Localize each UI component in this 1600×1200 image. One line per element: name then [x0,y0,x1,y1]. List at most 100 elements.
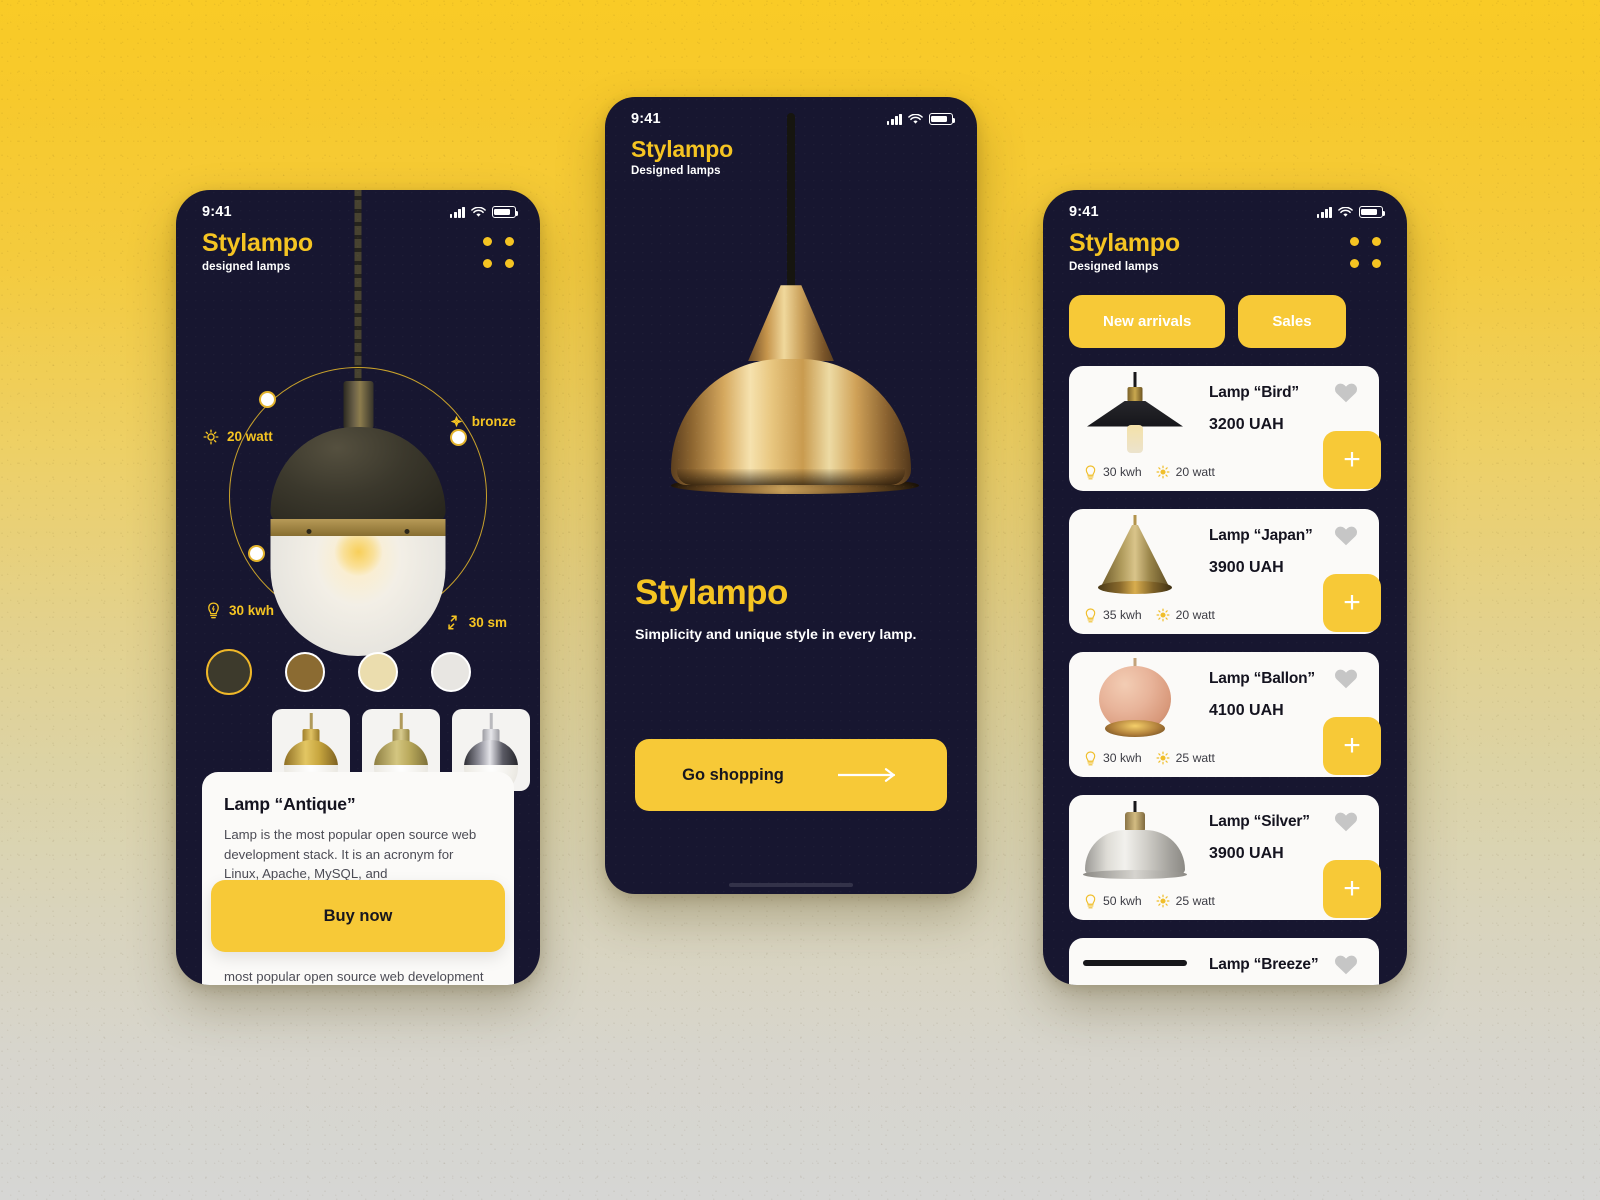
product-card-bird[interactable]: Lamp “Bird” 3200 UAH 30 kwh 20 watt + [1069,365,1381,491]
buy-now-button[interactable]: Buy now [211,880,505,952]
brand-block: Stylampo Designed lamps [1069,229,1180,273]
swatch-dark-olive[interactable] [206,648,252,695]
bulb-icon [1156,751,1170,765]
spec-size[interactable]: 30 sm [443,613,507,632]
battery-icon [929,113,956,125]
product-card-japan[interactable]: Lamp “Japan” 3900 UAH 35 kwh 20 watt + [1069,508,1381,634]
welcome-text-block: Stylampo Simplicity and unique style in … [605,477,977,643]
swatch-cream[interactable] [358,651,398,692]
brand-name: Stylampo [202,229,313,257]
status-time: 9:41 [202,204,232,220]
bulb-icon [1156,465,1170,479]
product-description-continued: most popular open source web development… [224,969,484,984]
add-to-cart-button[interactable]: + [1323,430,1381,489]
product-watt-label: 20 watt [1175,608,1215,622]
lamp-illustration-antique [270,380,446,656]
category-tab-bar: New arrivals Sales [1043,273,1407,348]
product-price: 3900 UAH [1209,844,1284,862]
phone-screen-welcome: 9:41 Stylampo Designed lamps Stylampo Si… [605,97,977,894]
four-dot-grid-icon[interactable] [483,237,514,268]
energy-icon [1085,607,1096,622]
heart-icon[interactable] [1333,952,1359,976]
go-shopping-button[interactable]: Go shopping [635,739,947,812]
cellular-bars-icon [886,113,902,125]
home-indicator [729,883,853,887]
tab-new-arrivals[interactable]: New arrivals [1069,294,1226,348]
product-watt-label: 25 watt [1175,894,1215,908]
product-name: Lamp “Japan” [1209,526,1313,544]
spec-energy[interactable]: 30 kwh [205,601,274,620]
status-time: 9:41 [1069,204,1099,220]
status-icons [886,113,956,125]
phone-screen-catalog: 9:41 Stylampo Designed lamps New arrival… [1043,190,1407,985]
go-shopping-label: Go shopping [682,765,784,784]
heart-icon[interactable] [1333,523,1359,547]
product-image-japan [1077,514,1193,601]
product-meta: 50 kwh 25 watt [1083,893,1215,910]
swatch-bronze[interactable] [285,651,325,692]
cellular-bars-icon [449,206,465,218]
dial-node-kwh[interactable] [248,544,265,562]
energy-icon [1085,750,1096,765]
cta-wrapper: Go shopping [605,643,977,812]
lamp-cone [748,285,834,362]
dial-node-bronze[interactable] [450,428,467,446]
product-kwh: 50 kwh [1083,893,1142,910]
heart-icon[interactable] [1333,809,1359,833]
lamp-illustration-bell [671,285,919,495]
product-image-silver [1077,800,1193,887]
product-watt: 25 watt [1155,893,1215,909]
spec-size-label: 30 sm [468,614,507,630]
app-header: Stylampo Designed lamps [1043,220,1407,273]
cellular-bars-icon [1316,206,1332,218]
bulb-icon [1156,894,1170,908]
brand-name: Stylampo [1069,229,1180,257]
product-price: 3200 UAH [1209,415,1284,433]
brand-name: Stylampo [631,136,733,162]
product-meta: 30 kwh 20 watt [1083,464,1215,481]
app-header: Stylampo designed lamps [176,220,540,273]
product-meta: 30 kwh 25 watt [1083,750,1215,767]
product-kwh-label: 50 kwh [1103,894,1142,908]
spec-material[interactable]: bronze [448,413,516,430]
brand-tagline: Designed lamps [1069,260,1159,273]
spec-material-label: bronze [471,413,516,429]
energy-icon [208,601,219,618]
product-name: Lamp “Ballon” [1209,669,1315,687]
battery-icon [492,206,519,218]
brand-tagline: designed lamps [202,260,291,273]
battery-icon [1359,206,1386,218]
heart-icon[interactable] [1333,380,1359,404]
spec-energy-label: 30 kwh [229,602,275,618]
product-kwh: 30 kwh [1083,464,1142,481]
product-kwh-label: 35 kwh [1103,608,1142,622]
heart-icon[interactable] [1333,666,1359,690]
product-name: Lamp “Bird” [1209,383,1299,401]
swatch-white[interactable] [431,651,471,692]
energy-icon [1085,464,1096,479]
spec-watt[interactable]: 20 watt [202,428,273,446]
wifi-icon [1338,206,1353,217]
tab-sales[interactable]: Sales [1238,294,1346,348]
product-card-silver[interactable]: Lamp “Silver” 3900 UAH 50 kwh 25 watt + [1069,794,1381,920]
product-description-card: Lamp “Antique” Lamp is the most popular … [202,772,514,985]
bulb-icon [203,428,219,445]
wifi-icon [471,206,486,217]
product-watt: 25 watt [1155,750,1215,766]
product-image-breeze [1077,944,1193,986]
lamp-dome [270,426,446,523]
add-to-cart-button[interactable]: + [1323,573,1381,632]
product-card-ballon[interactable]: Lamp “Ballon” 4100 UAH 30 kwh 25 watt + [1069,651,1381,777]
product-kwh: 35 kwh [1083,607,1142,624]
product-meta: 35 kwh 20 watt [1083,607,1215,624]
brand-block: Stylampo Designed lamps [631,136,733,177]
add-to-cart-button[interactable]: + [1323,859,1381,918]
welcome-hero-image [605,113,977,495]
phone-screen-product-detail: 9:41 Stylampo designed lamps 20 watt bro… [176,190,540,985]
status-bar: 9:41 [1043,190,1407,220]
product-card-breeze[interactable]: Lamp “Breeze” [1069,937,1379,986]
add-to-cart-button[interactable]: + [1323,716,1381,775]
product-name: Lamp “Breeze” [1209,955,1319,973]
four-dot-grid-icon[interactable] [1350,237,1381,268]
product-hero: 20 watt bronze 30 kwh 30 sm [176,190,540,656]
